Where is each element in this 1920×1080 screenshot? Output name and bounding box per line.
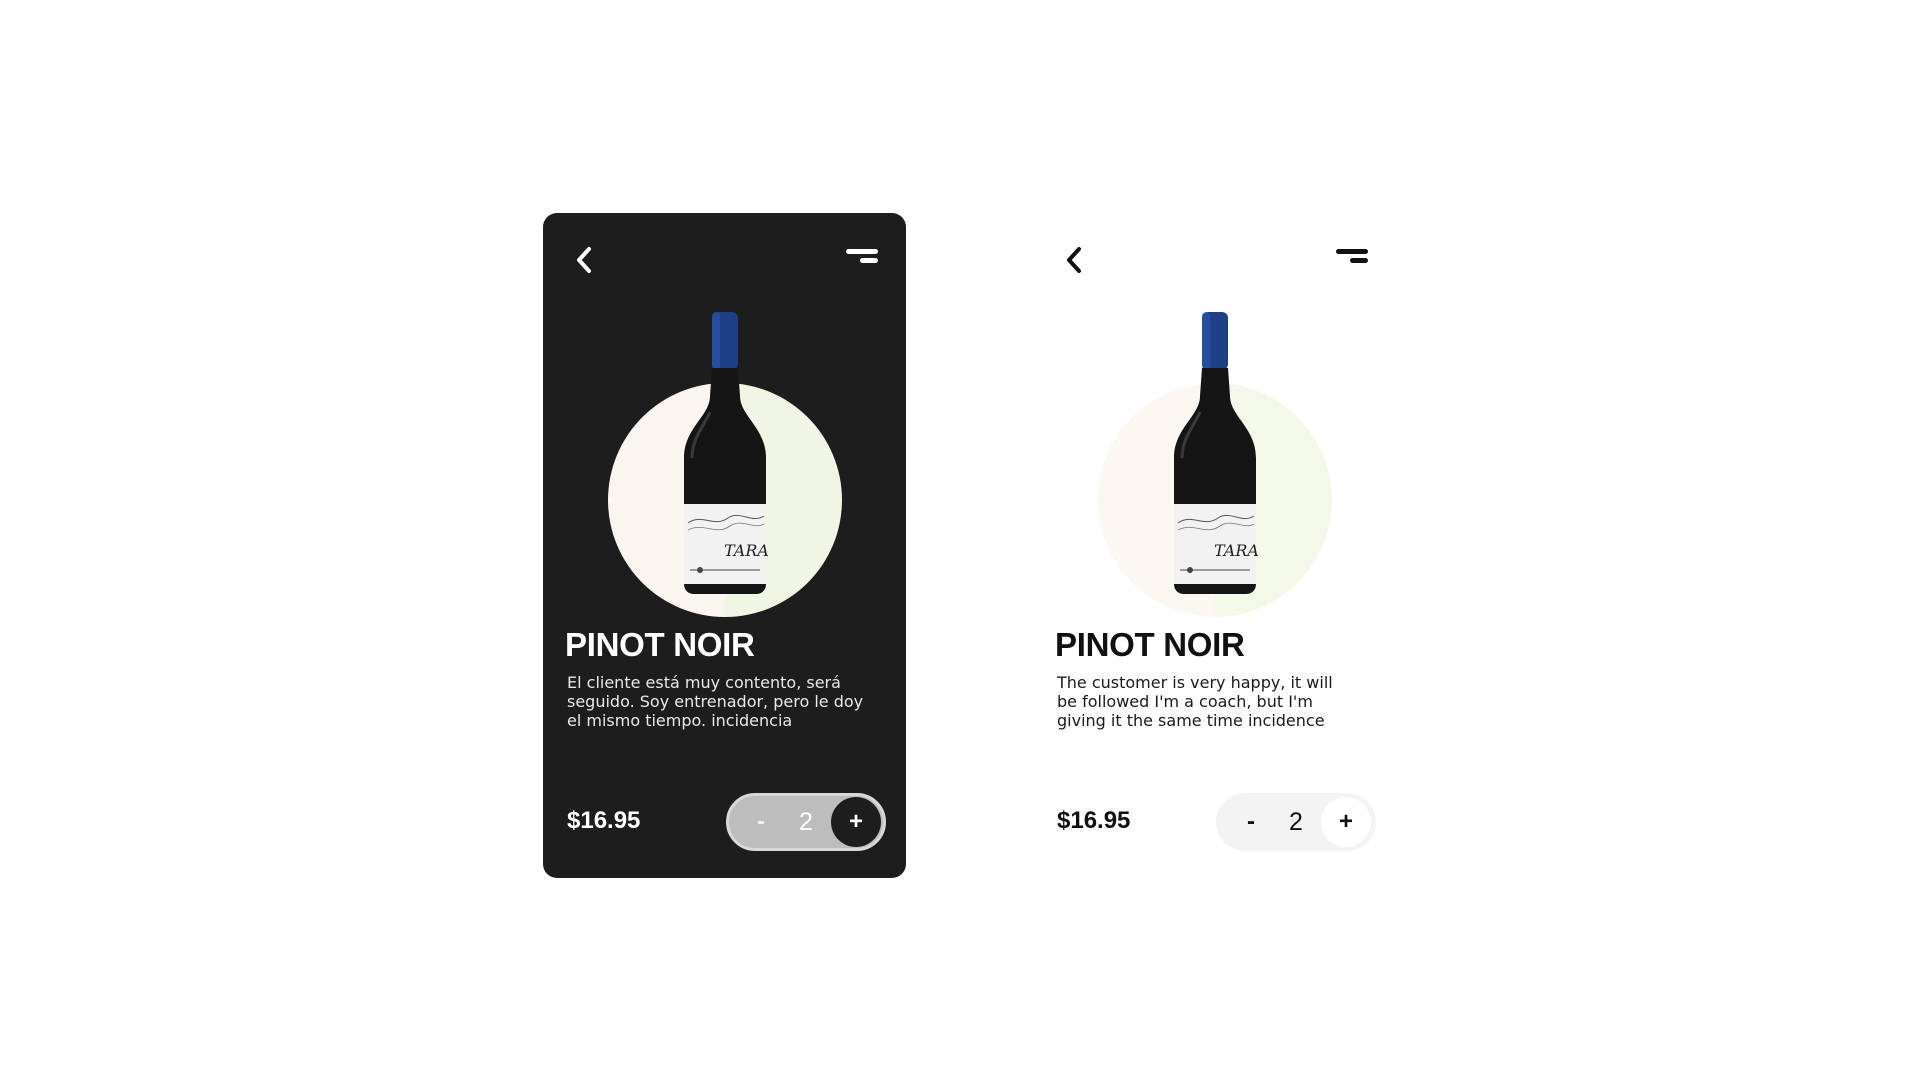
quantity-value: 2 (1289, 807, 1303, 836)
wine-bottle-image: TARA (1174, 312, 1259, 594)
decrement-button[interactable]: - (1233, 796, 1269, 848)
menu-icon-line-bottom (860, 258, 878, 263)
menu-icon-line-top (846, 249, 878, 254)
menu-button[interactable] (1328, 249, 1368, 271)
product-title: PINOT NOIR (565, 626, 755, 663)
product-title: PINOT NOIR (1055, 626, 1245, 663)
menu-button[interactable] (838, 249, 878, 271)
quantity-stepper: - 2 + (1216, 793, 1376, 851)
chevron-left-icon (577, 247, 591, 273)
bottle-label-text: TARA (1214, 541, 1259, 560)
product-hero: TARA (608, 308, 842, 628)
product-description: The customer is very happy, it will be f… (1057, 673, 1333, 730)
back-button[interactable] (567, 243, 601, 277)
back-button[interactable] (1057, 243, 1091, 277)
product-hero: TARA (1098, 308, 1332, 628)
product-price: $16.95 (1057, 807, 1131, 834)
product-card-dark: TARA PINOT NOIR El cliente está muy cont… (543, 213, 906, 878)
wine-bottle-image: TARA (684, 312, 769, 594)
chevron-left-icon (1067, 247, 1081, 273)
product-card-light: TARA PINOT NOIR The customer is very hap… (1033, 213, 1396, 878)
product-price: $16.95 (567, 807, 641, 834)
menu-icon-line-top (1336, 249, 1368, 254)
increment-button[interactable]: + (831, 797, 881, 847)
quantity-stepper: - 2 + (726, 793, 886, 851)
bottle-label-text: TARA (724, 541, 769, 560)
quantity-value: 2 (799, 807, 813, 836)
increment-button[interactable]: + (1321, 797, 1371, 847)
menu-icon-line-bottom (1350, 258, 1368, 263)
decrement-button[interactable]: - (743, 796, 779, 848)
product-description: El cliente está muy contento, será segui… (567, 673, 864, 730)
